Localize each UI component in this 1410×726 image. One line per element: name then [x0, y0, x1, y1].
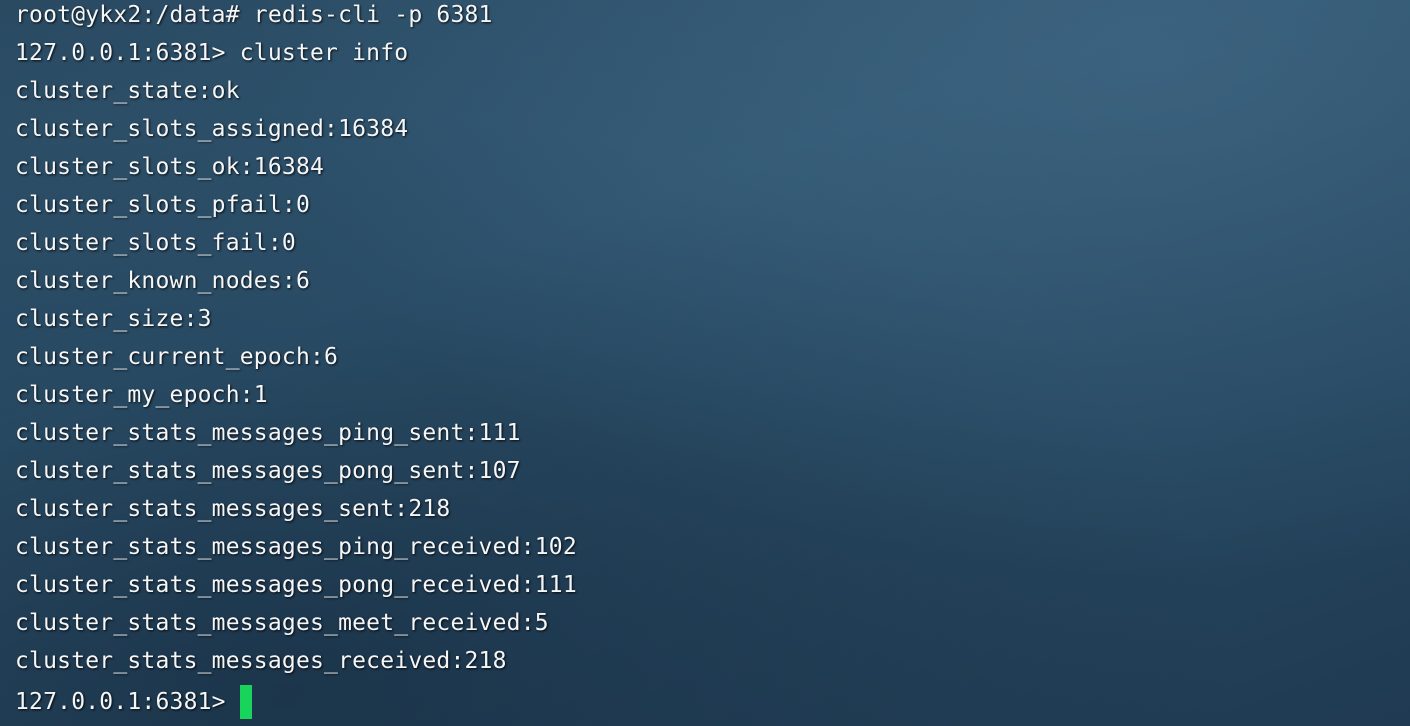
text-cursor: [239, 685, 252, 719]
output-line: cluster_stats_messages_received:218: [15, 648, 507, 674]
output-line: cluster_slots_fail:0: [15, 230, 296, 256]
prompt-text: 127.0.0.1:6381>: [15, 689, 226, 715]
output-line: cluster_size:3: [15, 306, 212, 332]
output-line: cluster_known_nodes:6: [15, 268, 310, 294]
shell-command-line: root@ykx2:/data# redis-cli -p 6381: [15, 2, 493, 28]
output-line: cluster_stats_messages_pong_received:111: [15, 572, 577, 598]
output-line: cluster_stats_messages_ping_received:102: [15, 534, 577, 560]
output-line: cluster_slots_pfail:0: [15, 192, 310, 218]
active-prompt-line[interactable]: 127.0.0.1:6381>: [15, 683, 252, 721]
output-line: cluster_stats_messages_sent:218: [15, 496, 451, 522]
output-line: cluster_stats_messages_pong_sent:107: [15, 458, 521, 484]
output-line: cluster_slots_assigned:16384: [15, 116, 409, 142]
output-line: cluster_current_epoch:6: [15, 344, 339, 370]
output-line: cluster_stats_messages_meet_received:5: [15, 610, 549, 636]
output-line: cluster_stats_messages_ping_sent:111: [15, 420, 521, 446]
terminal-window[interactable]: root@ykx2:/data# redis-cli -p 6381 127.0…: [0, 0, 1410, 726]
output-line: cluster_my_epoch:1: [15, 382, 268, 408]
output-line: cluster_slots_ok:16384: [15, 154, 325, 180]
redis-command-line: 127.0.0.1:6381> cluster info: [15, 40, 409, 66]
output-line: cluster_state:ok: [15, 78, 240, 104]
